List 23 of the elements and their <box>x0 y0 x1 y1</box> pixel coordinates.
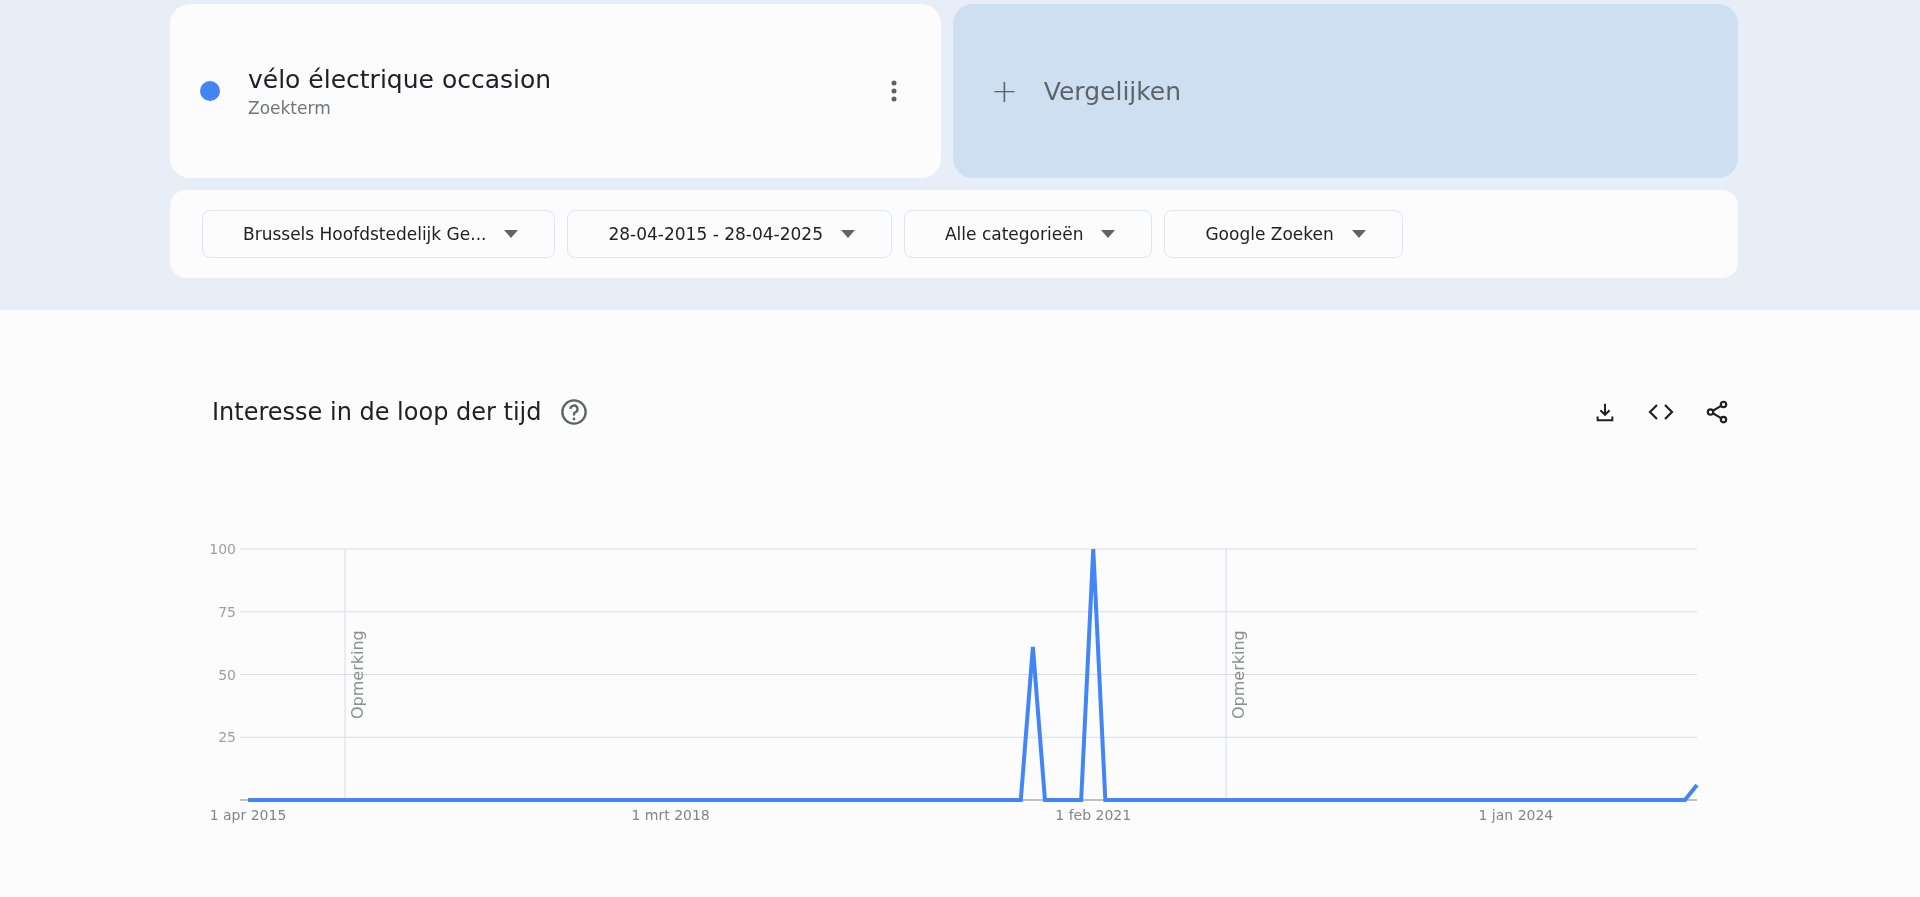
caret-icon <box>1351 230 1366 238</box>
annotation-label: Opmerking <box>348 630 368 719</box>
caret-icon <box>504 230 519 238</box>
caret-icon <box>1101 230 1116 238</box>
section-title: Interesse in de loop der tijd <box>212 398 542 426</box>
y-tick-label: 75 <box>218 603 236 620</box>
filter-dropdown[interactable]: 28-04-2015 - 28-04-2025 <box>567 210 892 258</box>
caret-icon <box>841 230 855 238</box>
search-term: vélo électrique occasion <box>248 64 553 94</box>
y-tick-label: 50 <box>218 666 236 683</box>
compare-button[interactable]: + Vergelijken <box>953 4 1738 178</box>
x-tick-label: 1 apr 2015 <box>209 807 287 823</box>
x-tick-label: 1 jan 2024 <box>1478 807 1554 823</box>
filter-dropdown[interactable]: Google Zoeken <box>1164 210 1403 258</box>
y-tick-label: 100 <box>209 541 236 557</box>
annotation-label: Opmerking <box>1229 630 1249 719</box>
filter-dropdown[interactable]: Brussels Hoofdstedelijk Ge... <box>202 210 556 258</box>
x-tick-label: 1 mrt 2018 <box>631 807 710 823</box>
x-tick-label: 1 feb 2021 <box>1055 807 1132 823</box>
filter-dropdown[interactable]: Alle categorieën <box>904 210 1153 258</box>
help-icon[interactable] <box>559 397 590 427</box>
y-tick-label: 25 <box>218 729 236 746</box>
term-type: Zoekterm <box>248 97 332 118</box>
